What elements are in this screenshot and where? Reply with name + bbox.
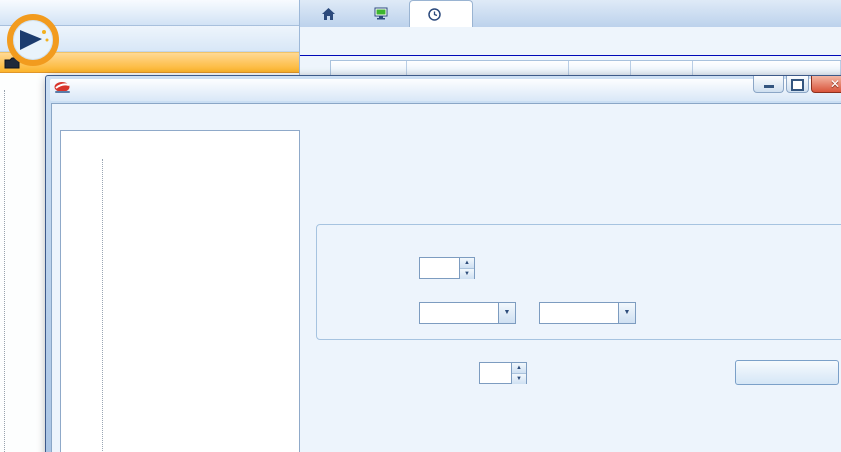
heading-underline	[300, 55, 841, 56]
add-task-button[interactable]	[45, 32, 58, 46]
window-controls: ✕	[753, 76, 841, 93]
tree-guide-line	[4, 90, 5, 452]
main-tab-0[interactable]	[304, 0, 356, 27]
maximize-button[interactable]	[786, 76, 809, 93]
range-start-combo[interactable]: ▼	[419, 302, 516, 324]
stagger-value-spinner[interactable]: ▲ ▼	[479, 362, 527, 384]
spin-down-icon[interactable]: ▼	[512, 374, 526, 384]
task-tree	[60, 130, 300, 452]
train-logo-icon	[54, 81, 71, 99]
spin-down-icon[interactable]: ▼	[460, 269, 474, 279]
save-settings-button[interactable]	[735, 360, 839, 385]
interval-value	[420, 258, 459, 278]
stagger-value	[480, 363, 511, 383]
spin-up-icon[interactable]: ▲	[460, 258, 474, 269]
main-tab-1[interactable]	[356, 0, 409, 27]
spinner-arrows: ▲ ▼	[459, 258, 474, 279]
dialog-titlebar[interactable]	[50, 79, 841, 101]
minimize-button[interactable]	[753, 76, 784, 93]
folder-dark-icon	[4, 57, 20, 69]
close-button[interactable]: ✕	[811, 76, 841, 93]
monitor-icon	[374, 7, 388, 20]
tab-bar	[300, 0, 841, 27]
range-end-combo[interactable]: ▼	[539, 302, 636, 324]
range-start-value	[420, 303, 498, 323]
add-group-button[interactable]	[18, 32, 31, 46]
spinner-arrows: ▲ ▼	[511, 363, 526, 384]
range-end-value	[540, 303, 618, 323]
app-window: ✕ ▲ ▼ ▼ ▼ ▲ ▼	[0, 0, 841, 452]
clock-icon	[428, 7, 441, 21]
group-row-selected[interactable]	[0, 52, 299, 73]
tree-connector-line	[102, 159, 103, 452]
dropdown-arrow-icon[interactable]: ▼	[618, 303, 635, 323]
batch-add-wizard-dialog: ✕ ▲ ▼ ▼ ▼ ▲ ▼	[45, 75, 841, 452]
interval-value-spinner[interactable]: ▲ ▼	[419, 257, 475, 279]
dialog-body: ▲ ▼ ▼ ▼ ▲ ▼	[51, 103, 841, 452]
stagger-row: ▲ ▼	[52, 359, 841, 391]
plus-icon	[18, 32, 28, 46]
spin-up-icon[interactable]: ▲	[512, 363, 526, 374]
plus-icon	[45, 32, 55, 46]
interval-groupbox: ▲ ▼ ▼ ▼	[316, 224, 841, 340]
dropdown-arrow-icon[interactable]: ▼	[498, 303, 515, 323]
group-toolbar	[0, 26, 299, 52]
task-panel-header	[0, 0, 299, 26]
home-icon	[322, 7, 335, 20]
main-tab-2[interactable]	[409, 0, 473, 27]
